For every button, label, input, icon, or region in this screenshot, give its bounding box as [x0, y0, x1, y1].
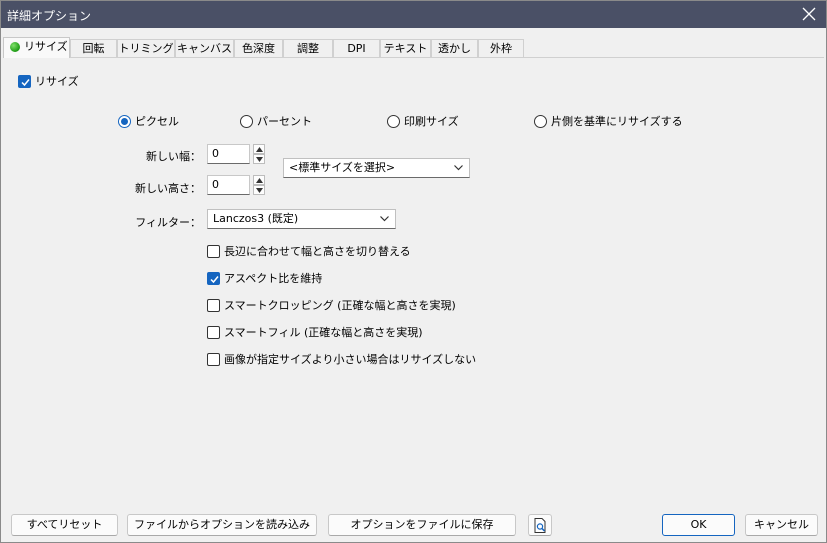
chevron-down-icon — [380, 216, 389, 222]
unit-radio-percent[interactable]: パーセント — [240, 113, 312, 129]
close-icon — [802, 7, 816, 21]
filter-select[interactable]: Lanczos3 (既定) — [207, 209, 396, 229]
reset-all-button[interactable]: すべてリセット — [11, 514, 118, 536]
preview-options-file-button[interactable] — [528, 514, 552, 536]
checkbox-box — [207, 352, 220, 366]
width-spin-down[interactable] — [253, 154, 265, 164]
radio-dot — [534, 114, 547, 128]
unit-radio-one-side[interactable]: 片側を基準にリサイズする — [534, 113, 683, 129]
checkmark-icon — [21, 78, 30, 86]
arrow-down-icon — [256, 157, 263, 162]
height-label: 新しい高さ： — [135, 182, 201, 195]
active-status-dot-icon — [10, 42, 20, 52]
width-input[interactable]: 0 — [207, 144, 250, 164]
height-spin-up[interactable] — [253, 175, 265, 185]
checkmark-icon — [210, 275, 219, 283]
save-options-button[interactable]: オプションをファイルに保存 — [328, 514, 516, 536]
arrow-up-icon — [256, 147, 263, 152]
width-spin-up[interactable] — [253, 144, 265, 154]
load-options-button[interactable]: ファイルからオプションを読み込み — [127, 514, 317, 536]
tab-resize[interactable]: リサイズ — [3, 37, 70, 58]
tab-watermark[interactable]: 透かし — [431, 39, 478, 58]
option-smart-crop-checkbox[interactable]: スマートクロッピング (正確な幅と高さを実現) — [207, 297, 456, 313]
checkbox-box — [18, 74, 31, 88]
tab-rotate[interactable]: 回転 — [70, 39, 117, 58]
file-search-icon — [534, 518, 546, 533]
radio-dot — [240, 114, 253, 128]
width-spinner[interactable] — [253, 144, 265, 164]
preset-size-select[interactable]: <標準サイズを選択> — [283, 158, 470, 178]
option-smart-fill-checkbox[interactable]: スマートフィル (正確な幅と高さを実現) — [207, 324, 423, 340]
filter-label: フィルター： — [135, 216, 201, 229]
title-bar: 詳細オプション — [1, 1, 826, 28]
width-label: 新しい幅： — [146, 150, 201, 163]
resize-enable-label: リサイズ — [35, 75, 79, 88]
checkbox-box — [207, 271, 220, 285]
checkbox-box — [207, 244, 220, 258]
window-title: 詳細オプション — [7, 9, 92, 23]
option-swap-long-side-checkbox[interactable]: 長辺に合わせて幅と高さを切り替える — [207, 243, 411, 259]
checkbox-box — [207, 325, 220, 339]
height-spinner[interactable] — [253, 175, 265, 195]
cancel-button[interactable]: キャンセル — [745, 514, 818, 536]
unit-radio-pixel[interactable]: ピクセル — [118, 113, 179, 129]
tab-strip: リサイズ 回転 トリミング キャンバス 色深度 調整 DPI テキスト 透かし … — [3, 37, 823, 58]
arrow-down-icon — [256, 188, 263, 193]
radio-dot — [387, 114, 400, 128]
tab-adjust[interactable]: 調整 — [283, 39, 333, 58]
option-keep-aspect-checkbox[interactable]: アスペクト比を維持 — [207, 270, 322, 286]
unit-radio-print-size[interactable]: 印刷サイズ — [387, 113, 459, 129]
option-no-upscale-checkbox[interactable]: 画像が指定サイズより小さい場合はリサイズしない — [207, 351, 476, 367]
resize-enable-checkbox[interactable]: リサイズ — [18, 73, 79, 89]
arrow-up-icon — [256, 178, 263, 183]
tab-canvas[interactable]: キャンバス — [175, 39, 234, 58]
ok-button[interactable]: OK — [662, 514, 735, 536]
checkbox-box — [207, 298, 220, 312]
radio-dot — [118, 114, 131, 128]
tab-text[interactable]: テキスト — [380, 39, 431, 58]
tab-dpi[interactable]: DPI — [333, 39, 380, 58]
tab-crop[interactable]: トリミング — [117, 39, 175, 58]
options-dialog: 詳細オプション リサイズ 回転 トリミング キャンバス 色深度 調整 DPI テ… — [0, 0, 827, 543]
tab-border[interactable]: 外枠 — [478, 39, 524, 58]
close-button[interactable] — [800, 5, 818, 23]
height-input[interactable]: 0 — [207, 175, 250, 195]
chevron-down-icon — [454, 165, 463, 171]
height-spin-down[interactable] — [253, 185, 265, 195]
tab-color-depth[interactable]: 色深度 — [234, 39, 283, 58]
